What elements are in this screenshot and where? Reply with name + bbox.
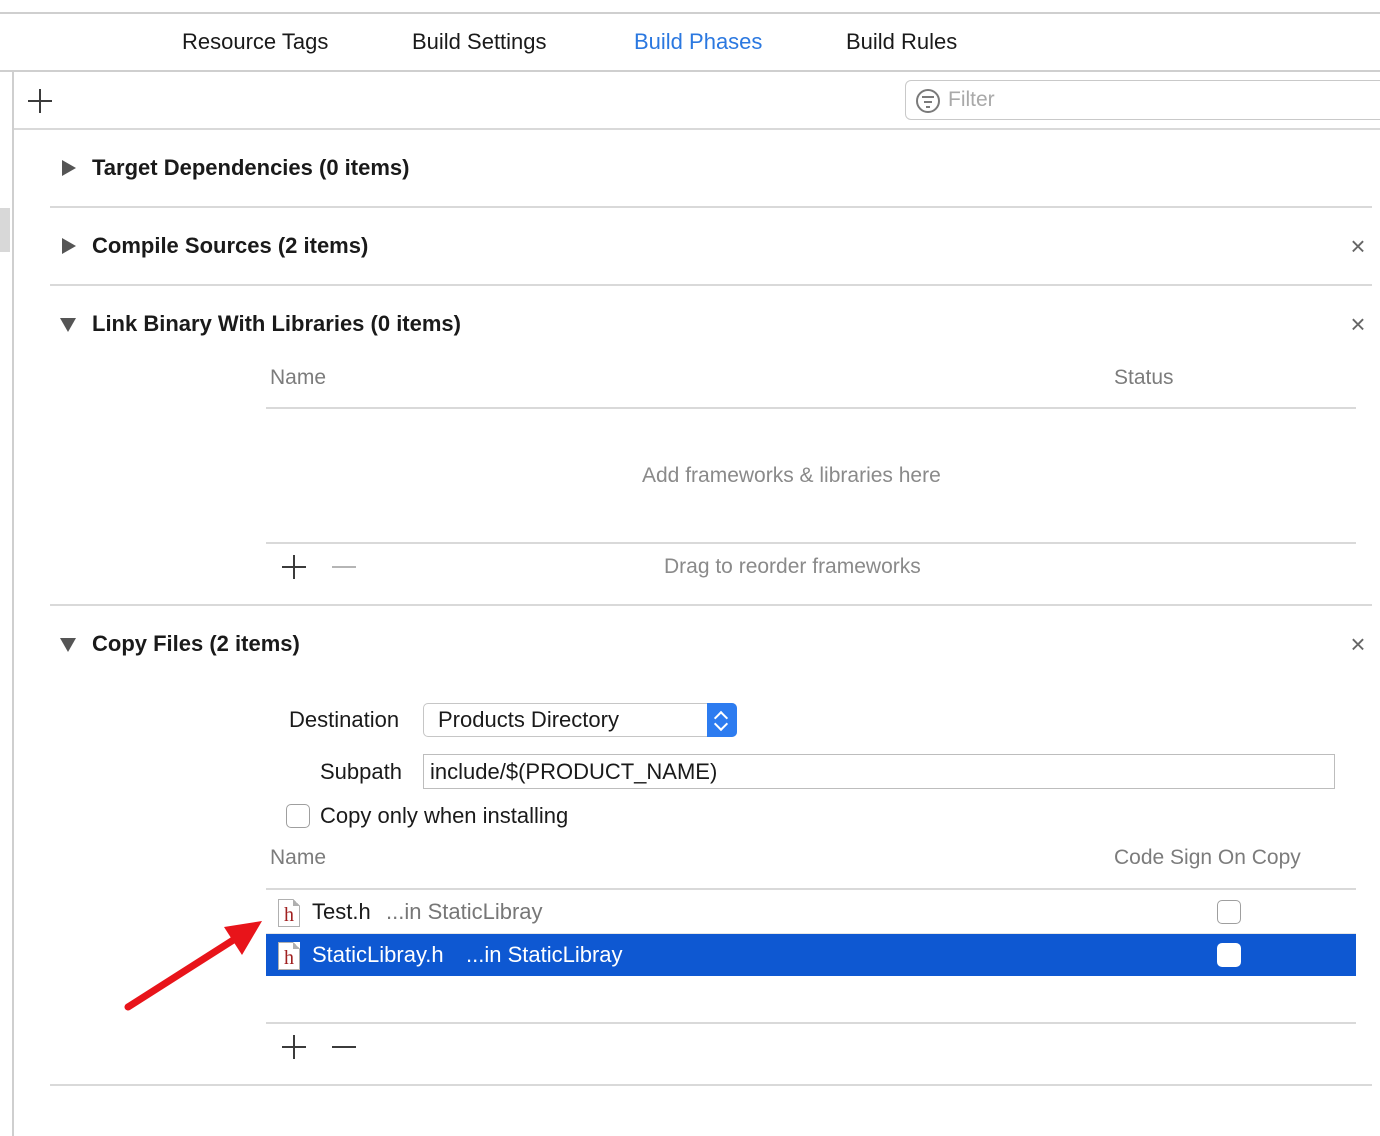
link-binary-name-column-header[interactable]: Name [270,365,326,391]
add-build-phase-button[interactable] [28,89,52,113]
section-divider [50,206,1372,208]
remove-framework-button[interactable] [332,555,356,579]
editor-left-border [12,70,14,1136]
copy-only-when-installing-checkbox[interactable] [286,804,310,828]
file-name: Test.h [312,899,371,924]
add-framework-button[interactable] [282,555,306,579]
link-binary-footer-hint: Drag to reorder frameworks [664,555,921,578]
link-binary-disclosure-icon[interactable] [60,318,76,332]
filter-field[interactable] [905,80,1380,120]
filter-icon [916,89,940,113]
sidebar-scroll-indicator [0,208,10,252]
subpath-label: Subpath [320,759,402,784]
section-divider [50,1084,1372,1086]
section-divider [50,284,1372,286]
target-dependencies-title[interactable]: Target Dependencies (0 items) [92,154,409,182]
tab-build-rules[interactable]: Build Rules [846,28,957,56]
tab-build-settings[interactable]: Build Settings [412,28,547,56]
link-binary-status-column-header[interactable]: Status [1114,365,1174,391]
link-binary-empty-hint: Add frameworks & libraries here [642,464,941,487]
toolbar-divider [14,128,1380,130]
tab-resource-tags[interactable]: Resource Tags [182,28,328,56]
copy-files-title[interactable]: Copy Files (2 items) [92,630,300,658]
destination-label: Destination [289,707,400,732]
link-binary-footer-divider [266,542,1356,544]
link-binary-header-divider [266,407,1356,409]
popup-stepper-icon [707,703,737,737]
window-top-border [0,12,1380,14]
compile-sources-disclosure-icon[interactable] [62,238,76,254]
copy-files-footer-divider [266,1022,1356,1024]
copy-only-when-installing-label[interactable]: Copy only when installing [320,802,568,830]
remove-file-button[interactable] [332,1035,356,1059]
header-file-icon: h [278,942,300,970]
code-sign-checkbox[interactable] [1217,943,1241,967]
copy-files-disclosure-icon[interactable] [60,638,76,652]
compile-sources-title[interactable]: Compile Sources (2 items) [92,232,368,260]
file-name: StaticLibray.h [312,942,444,967]
code-sign-checkbox[interactable] [1217,900,1241,924]
tab-bar-divider [0,70,1380,72]
destination-value: Products Directory [438,707,619,732]
tab-build-phases[interactable]: Build Phases [634,28,762,56]
destination-popup[interactable]: Products Directory [423,703,737,737]
compile-sources-close-icon[interactable]: × [1347,233,1369,259]
filter-input[interactable] [948,87,1248,113]
file-location: ...in StaticLibray [386,899,543,924]
link-binary-title[interactable]: Link Binary With Libraries (0 items) [92,310,461,338]
copy-files-name-column-header[interactable]: Name [270,845,326,871]
target-dependencies-disclosure-icon[interactable] [62,160,76,176]
table-row[interactable]: h Test.h ...in StaticLibray [266,891,1356,933]
section-divider [50,604,1372,606]
link-binary-close-icon[interactable]: × [1347,311,1369,337]
header-file-icon: h [278,899,300,927]
code-sign-column-header[interactable]: Code Sign On Copy [1114,845,1301,871]
add-file-button[interactable] [282,1035,306,1059]
copy-files-header-divider [266,888,1356,890]
table-row[interactable]: h StaticLibray.h ...in StaticLibray [266,934,1356,976]
file-location: ...in StaticLibray [466,942,623,967]
copy-files-close-icon[interactable]: × [1347,631,1369,657]
annotation-arrow-icon [124,921,262,1011]
subpath-field[interactable] [423,754,1335,789]
